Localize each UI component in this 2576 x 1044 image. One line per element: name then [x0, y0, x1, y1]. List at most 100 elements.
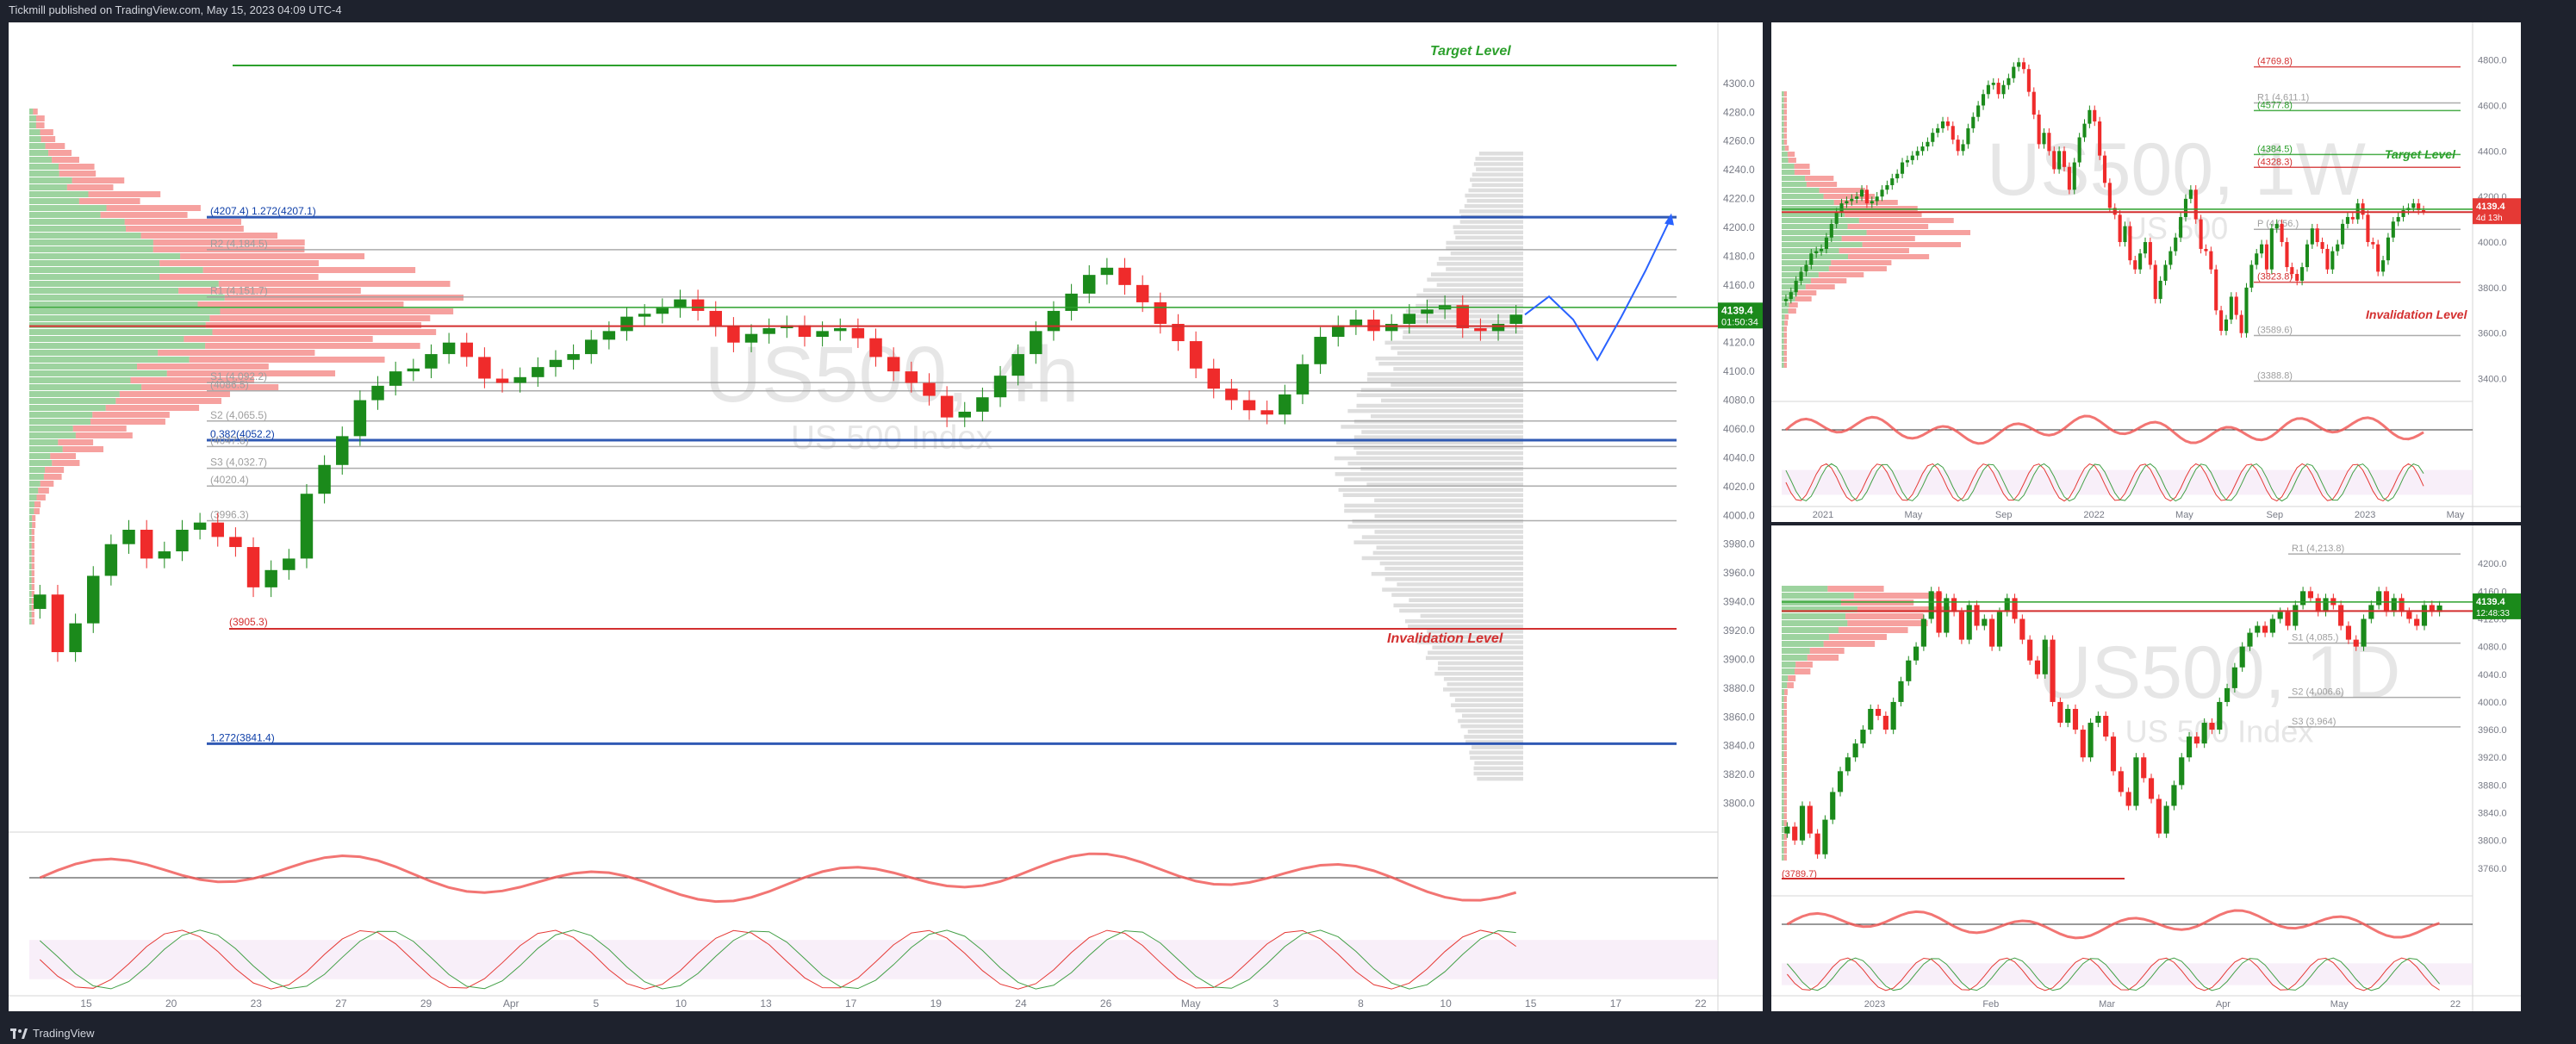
- candle-down: [2295, 274, 2299, 281]
- price-axis-tick: 4200.0: [2478, 559, 2507, 569]
- candle-up: [1859, 190, 1864, 197]
- volume-profile-sell-bar: [45, 467, 65, 473]
- candle-down: [2214, 269, 2218, 311]
- session-volume-bar: [1469, 750, 1523, 755]
- price-level-label: (4020.4): [210, 474, 249, 486]
- candle-up: [1920, 146, 1925, 152]
- volume-profile-sell-bar: [1783, 363, 1787, 368]
- volume-profile-sell-bar: [1784, 314, 1789, 320]
- candle-up: [2249, 264, 2254, 288]
- session-volume-bar: [1353, 540, 1523, 544]
- volume-profile-buy-bar: [29, 288, 179, 294]
- volume-profile-buy-bar: [1782, 724, 1784, 730]
- session-volume-bar: [1379, 561, 1523, 566]
- volume-profile-buy-bar: [29, 426, 73, 432]
- volume-profile-sell-bar: [1783, 813, 1787, 819]
- volume-profile-session: [1334, 152, 1523, 781]
- session-volume-bar: [1376, 545, 1523, 550]
- session-volume-bar: [1391, 345, 1523, 351]
- volume-profile-buy-bar: [1782, 689, 1785, 695]
- chart-1w[interactable]: US500, 1WUS 500(4769.8)R1 (4,611.1)(4577…: [1771, 22, 2521, 522]
- candle-up: [1936, 127, 1940, 134]
- volume-profile-sell-bar: [158, 350, 315, 356]
- session-volume-bar: [1453, 225, 1523, 229]
- volume-profile-buy-bar: [1782, 792, 1784, 799]
- volume-profile-buy-bar: [1782, 206, 1843, 211]
- candle-up: [2179, 216, 2183, 238]
- volume-profile-sell-bar: [32, 515, 36, 521]
- volume-profile-buy-bar: [1782, 806, 1784, 812]
- candle-up: [2244, 287, 2249, 333]
- time-axis-tick: Sep: [1995, 510, 2013, 520]
- volume-profile-sell-bar: [180, 253, 365, 259]
- candle-down: [2107, 183, 2112, 208]
- publish-text: Tickmill published on TradingView.com, M…: [9, 3, 342, 16]
- volume-profile-buy-bar: [1782, 230, 1867, 235]
- candle-up: [2345, 216, 2350, 224]
- volume-profile-sell-bar: [205, 322, 422, 328]
- volume-profile-sell-bar: [31, 536, 34, 542]
- volume-profile-buy-bar: [29, 412, 93, 418]
- volume-profile-buy-bar: [1782, 103, 1784, 109]
- session-volume-bar: [1420, 613, 1523, 618]
- time-axis-tick: Mar: [2099, 999, 2115, 1010]
- candle-down: [2019, 618, 2025, 640]
- session-volume-bar: [1461, 713, 1523, 718]
- volume-profile-sell-bar: [189, 357, 385, 363]
- volume-profile-sell-bar: [1783, 841, 1787, 847]
- volume-profile-sell-bar: [209, 315, 431, 321]
- volume-profile-sell-bar: [90, 419, 165, 425]
- candle-down: [2027, 639, 2033, 661]
- chart-4h[interactable]: US500, 4hUS 500 Index(4207.4) 1.272(4207…: [9, 22, 1763, 1011]
- candle-up: [87, 575, 100, 624]
- volume-profile-buy-bar: [29, 391, 120, 397]
- price-axis-tick: 4100.0: [1723, 365, 1755, 377]
- volume-profile-sell-bar: [78, 198, 140, 204]
- candle-up: [1829, 223, 1833, 238]
- candle-down: [2148, 778, 2155, 799]
- candle-up: [1783, 299, 1788, 301]
- candle-down: [2125, 792, 2131, 806]
- candle-down: [460, 342, 473, 357]
- volume-profile-buy-bar: [29, 109, 34, 115]
- candle-up: [1926, 141, 1930, 147]
- candle-down: [2037, 115, 2041, 145]
- target-level-label: Target Level: [1430, 44, 1511, 59]
- session-volume-bar: [1347, 408, 1523, 413]
- volume-profile-buy-bar: [1782, 109, 1784, 115]
- candle-up: [1824, 237, 1828, 249]
- volume-profile-buy-bar: [29, 536, 32, 542]
- chart-panel-1w[interactable]: US500, 1W US 500 (4769.8) R1 (4,611.1) (4577…: [1771, 22, 2521, 522]
- chart-panel-4h[interactable]: US500, 4h US 500 Index (4207.4) 1.272(4207…: [9, 22, 1763, 1011]
- target-level-label: Target Level: [2385, 147, 2456, 161]
- session-volume-bar: [1464, 735, 1523, 739]
- volume-profile-sell-bar: [31, 563, 34, 569]
- session-volume-bar: [1374, 530, 1523, 534]
- session-volume-bar: [1466, 198, 1523, 203]
- candle-down: [1945, 121, 1950, 127]
- candle-up: [2300, 591, 2306, 606]
- tradingview-logo[interactable]: TradingView: [10, 1023, 95, 1044]
- candle-up: [2341, 223, 2345, 245]
- candle-up: [371, 385, 384, 401]
- volume-profile-buy-bar: [29, 177, 72, 183]
- chart-1d[interactable]: US500, 1DUS 500 IndexR1 (4,213.8)S1 (4,0…: [1771, 525, 2521, 1011]
- time-axis-tick: 26: [1100, 997, 1112, 1010]
- volume-profile-buy-bar: [29, 164, 59, 170]
- time-axis-tick: 29: [420, 997, 432, 1010]
- session-volume-bar: [1371, 572, 1523, 576]
- volume-profile-buy-bar: [1782, 284, 1806, 289]
- session-volume-bar: [1356, 393, 1523, 398]
- candle-down: [869, 338, 882, 357]
- time-axis-tick: 17: [845, 997, 857, 1010]
- price-axis-tick: 3760.0: [2478, 864, 2507, 874]
- volume-profile-buy-bar: [29, 439, 59, 445]
- volume-profile-sell-bar: [1783, 326, 1787, 332]
- volume-profile-buy-bar: [29, 295, 225, 301]
- chart-panel-1d[interactable]: US500, 1D US 500 Index R1 (4,213.8) S1 (4,0…: [1771, 525, 2521, 1011]
- session-volume-bar: [1467, 730, 1523, 734]
- price-axis-tick: 4600.0: [2478, 101, 2507, 111]
- volume-profile-sell-bar: [88, 191, 161, 197]
- volume-profile-sell-bar: [124, 219, 242, 225]
- volume-profile-sell-bar: [1841, 236, 1915, 241]
